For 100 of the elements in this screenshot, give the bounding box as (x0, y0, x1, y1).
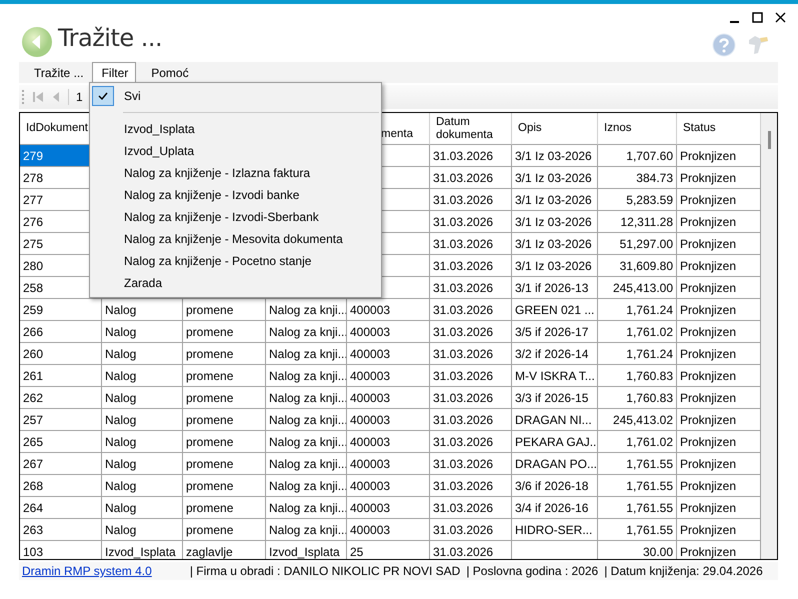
scrollbar[interactable] (761, 113, 777, 559)
column-header[interactable]: menta (381, 128, 413, 141)
table-cell: 3/1 Iz 03-2026 (515, 171, 592, 185)
table-cell: 1,761.02 (626, 435, 673, 449)
table-cell: 51,297.00 (620, 237, 673, 251)
table-cell: promene (186, 435, 234, 449)
table-cell: Nalog (105, 369, 136, 383)
table-cell: 31,609.80 (620, 259, 673, 273)
table-cell: Proknjizen (680, 303, 736, 317)
table-cell: 5,283.59 (626, 193, 673, 207)
table-cell: DRAGAN PO... (515, 457, 597, 471)
table-cell: 31.03.2026 (433, 215, 494, 229)
company-label: | Firma u obradi : DANILO NIKOLIC PR NOVI SAD (190, 564, 460, 578)
table-cell: Nalog (105, 523, 136, 537)
menu-item[interactable]: Pomoć (136, 62, 197, 83)
table-cell: promene (186, 413, 234, 427)
table-cell: HIDRO-SER... (515, 523, 592, 537)
table-cell: 1,761.24 (626, 303, 673, 317)
table-cell: Nalog (105, 479, 136, 493)
table-cell: 260 (23, 347, 44, 361)
table-cell: 31.03.2026 (433, 369, 494, 383)
table-cell: 258 (23, 281, 44, 295)
table-cell: 3/1 if 2026-13 (515, 281, 588, 295)
table-cell: promene (186, 479, 234, 493)
filter-menu-item[interactable]: Nalog za knjiženje - Pocetno stanje (90, 250, 381, 272)
table-cell: 1,761.02 (626, 325, 673, 339)
table-cell: 1,761.55 (626, 479, 673, 493)
table-cell: DRAGAN NI... (515, 413, 592, 427)
table-cell: 3/1 Iz 03-2026 (515, 237, 592, 251)
first-page-icon[interactable] (32, 90, 44, 104)
table-cell: promene (186, 325, 234, 339)
table-cell: 3/1 Iz 03-2026 (515, 149, 592, 163)
table-cell: Proknjizen (680, 391, 736, 405)
table-cell: 31.03.2026 (433, 501, 494, 515)
filter-dropdown-menu[interactable] (89, 82, 382, 298)
previous-page-icon[interactable] (51, 90, 61, 104)
table-cell: 31.03.2026 (433, 237, 494, 251)
keys-icon[interactable] (746, 33, 770, 57)
table-cell: 257 (23, 413, 44, 427)
table-cell: 25 (350, 545, 364, 559)
menu-item[interactable]: Tražite ... (19, 62, 92, 83)
table-cell: Proknjizen (680, 193, 736, 207)
close-icon[interactable] (775, 12, 786, 24)
help-icon[interactable] (712, 33, 736, 57)
menu-item[interactable]: Filter (92, 62, 136, 83)
table-cell: 1,761.55 (626, 457, 673, 471)
table-cell: Proknjizen (680, 237, 736, 251)
table-cell: 277 (23, 193, 44, 207)
table-cell: Nalog (105, 325, 136, 339)
table-cell: 245,413.02 (612, 413, 673, 427)
table-cell: Proknjizen (680, 281, 736, 295)
table-cell: 31.03.2026 (433, 523, 494, 537)
table-cell: Proknjizen (680, 545, 736, 559)
back-icon[interactable] (21, 26, 53, 58)
table-cell: Nalog (105, 303, 136, 317)
grip-icon (22, 89, 25, 105)
table-cell: Proknjizen (680, 523, 736, 537)
table-cell: 31.03.2026 (433, 281, 494, 295)
page-number[interactable]: 1 (76, 90, 83, 104)
filter-menu-item[interactable]: Izvod_Isplata (90, 118, 381, 140)
table-cell: Izvod_Isplata (269, 545, 340, 559)
table-cell: 31.03.2026 (433, 347, 494, 361)
column-header[interactable]: Opis (518, 122, 542, 135)
filter-menu-item[interactable]: Izvod_Uplata (90, 140, 381, 162)
table-cell: 31.03.2026 (433, 391, 494, 405)
column-header[interactable]: Iznos (604, 122, 632, 135)
table-cell: 3/4 if 2026-16 (515, 501, 588, 515)
table-cell: 280 (23, 259, 44, 273)
table-cell: Proknjizen (680, 413, 736, 427)
table-cell: promene (186, 369, 234, 383)
filter-menu-item[interactable]: Zarada (90, 272, 381, 294)
table-cell: 265 (23, 435, 44, 449)
table-cell: 384.73 (636, 171, 673, 185)
filter-menu-item[interactable]: Nalog za knjiženje - Izvodi banke (90, 184, 381, 206)
filter-menu-item[interactable]: Nalog za knjiženje - Izvodi-Sberbank (90, 206, 381, 228)
table-cell: Nalog (105, 413, 136, 427)
column-header[interactable]: IdDokument (26, 122, 88, 135)
table-cell: 275 (23, 237, 44, 251)
filter-menu-item[interactable]: Svi (90, 85, 381, 107)
table-cell: Proknjizen (680, 435, 736, 449)
table-cell: 400003 (350, 413, 390, 427)
filter-menu-item[interactable]: Nalog za knjiženje - Mesovita dokumenta (90, 228, 381, 250)
column-header[interactable]: Datum dokumenta (436, 116, 511, 142)
table-cell: 31.03.2026 (433, 435, 494, 449)
table-cell: 3/6 if 2026-18 (515, 479, 588, 493)
table-cell: promene (186, 303, 234, 317)
table-cell: 279 (23, 149, 44, 163)
table-cell: 3/1 Iz 03-2026 (515, 259, 592, 273)
table-cell: 31.03.2026 (433, 413, 494, 427)
table-cell: Proknjizen (680, 479, 736, 493)
table-cell: Proknjizen (680, 501, 736, 515)
table-cell: Proknjizen (680, 259, 736, 273)
table-cell: 3/3 if 2026-15 (515, 391, 588, 405)
maximize-icon[interactable] (752, 12, 763, 24)
table-cell: 261 (23, 369, 44, 383)
table-cell: 400003 (350, 457, 390, 471)
table-cell: 31.03.2026 (433, 545, 494, 559)
product-link[interactable]: Dramin RMP system 4.0 (22, 564, 152, 578)
filter-menu-item[interactable]: Nalog za knjiženje - Izlazna faktura (90, 162, 381, 184)
column-header[interactable]: Status (683, 122, 716, 135)
